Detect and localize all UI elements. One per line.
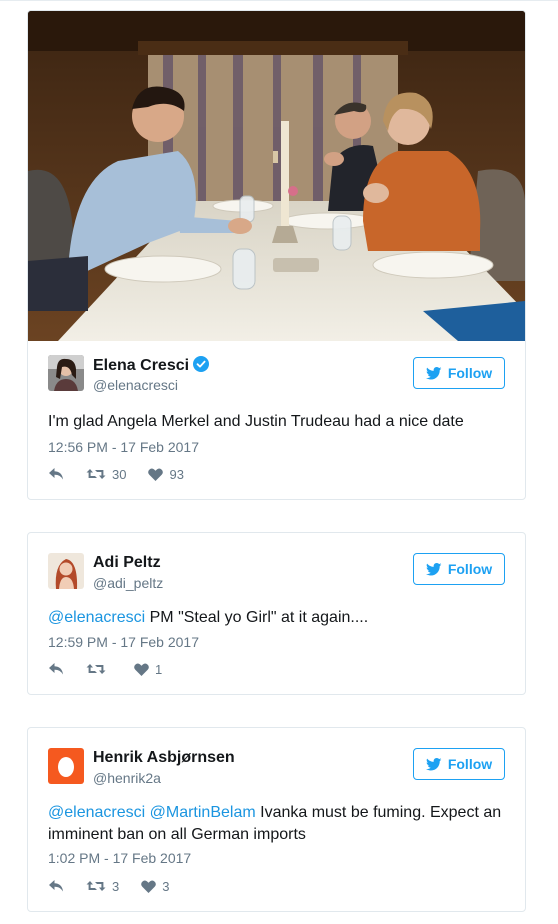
tweet-timestamp[interactable]: 12:59 PM - 17 Feb 2017 bbox=[48, 634, 199, 650]
heart-icon bbox=[141, 880, 157, 893]
follow-label[interactable]: Follow bbox=[448, 756, 492, 772]
tweet-actions: 3 3 bbox=[48, 877, 191, 895]
like-button[interactable]: 93 bbox=[148, 466, 184, 482]
tweet-timestamp[interactable]: 1:02 PM - 17 Feb 2017 bbox=[48, 850, 191, 866]
like-button[interactable]: 3 bbox=[141, 879, 169, 894]
follow-button[interactable]: Follow bbox=[413, 553, 505, 585]
reply-button[interactable] bbox=[48, 467, 64, 481]
author-handle[interactable]: @henrik2a bbox=[93, 770, 161, 786]
retweet-button[interactable]: 3 bbox=[86, 879, 119, 894]
retweet-icon bbox=[86, 664, 106, 674]
tweet-card: Elena Cresci @elenacresci Follow I'm gla… bbox=[27, 10, 526, 500]
like-count: 1 bbox=[155, 661, 163, 677]
retweet-button[interactable] bbox=[86, 662, 112, 676]
retweet-icon bbox=[86, 469, 106, 479]
top-divider bbox=[0, 0, 558, 1]
heart-icon bbox=[134, 663, 149, 676]
avatar[interactable] bbox=[48, 553, 84, 589]
like-button[interactable]: 1 bbox=[134, 662, 162, 677]
reply-icon bbox=[49, 880, 63, 892]
author-name[interactable]: Elena Cresci bbox=[93, 356, 210, 377]
tweet-text: @elenacresci PM "Steal yo Girl" at it ag… bbox=[48, 607, 505, 629]
author-handle[interactable]: @adi_peltz bbox=[93, 575, 163, 591]
follow-label[interactable]: Follow bbox=[448, 365, 492, 381]
tweet-photo[interactable] bbox=[28, 11, 525, 341]
tweet-card: Adi Peltz @adi_peltz Follow @elenacresci… bbox=[27, 532, 526, 695]
retweet-count: 3 bbox=[112, 878, 120, 894]
author-name[interactable]: Adi Peltz bbox=[93, 554, 161, 572]
verified-badge-icon bbox=[193, 356, 210, 377]
tweet-text-body: PM "Steal yo Girl" at it again.... bbox=[145, 609, 369, 626]
avatar[interactable] bbox=[48, 355, 84, 391]
tweet-text: @elenacresci @MartinBelam Ivanka must be… bbox=[48, 802, 505, 846]
heart-icon bbox=[148, 468, 164, 481]
follow-button[interactable]: Follow bbox=[413, 748, 505, 780]
tweet-card: Henrik Asbjørnsen @henrik2a Follow @elen… bbox=[27, 727, 526, 912]
mention-link[interactable]: @MartinBelam bbox=[150, 804, 256, 821]
retweet-button[interactable]: 30 bbox=[86, 467, 126, 482]
like-count: 3 bbox=[162, 878, 170, 894]
retweet-icon bbox=[86, 881, 106, 891]
tweet-text: I'm glad Angela Merkel and Justin Trudea… bbox=[48, 413, 464, 430]
like-count: 93 bbox=[169, 466, 184, 482]
follow-button[interactable]: Follow bbox=[413, 357, 505, 389]
author-handle[interactable]: @elenacresci bbox=[93, 377, 178, 393]
retweet-count: 30 bbox=[112, 466, 127, 482]
author-name-text[interactable]: Elena Cresci bbox=[93, 357, 189, 374]
avatar[interactable] bbox=[48, 748, 84, 784]
author-name[interactable]: Henrik Asbjørnsen bbox=[93, 749, 235, 767]
tweet-actions: 30 93 bbox=[48, 465, 206, 483]
twitter-bird-icon bbox=[425, 757, 442, 770]
reply-button[interactable] bbox=[48, 879, 64, 893]
reply-button[interactable] bbox=[48, 662, 64, 676]
egg-avatar-icon bbox=[48, 748, 84, 784]
tweet-timestamp[interactable]: 12:56 PM - 17 Feb 2017 bbox=[48, 439, 199, 455]
twitter-bird-icon bbox=[425, 366, 442, 379]
reply-icon bbox=[49, 663, 63, 675]
tweet-actions: 1 bbox=[48, 660, 184, 678]
mention-link[interactable]: @elenacresci bbox=[48, 609, 145, 626]
mention-link[interactable]: @elenacresci bbox=[48, 804, 145, 821]
reply-icon bbox=[49, 468, 63, 480]
follow-label[interactable]: Follow bbox=[448, 561, 492, 577]
twitter-bird-icon bbox=[425, 562, 442, 575]
